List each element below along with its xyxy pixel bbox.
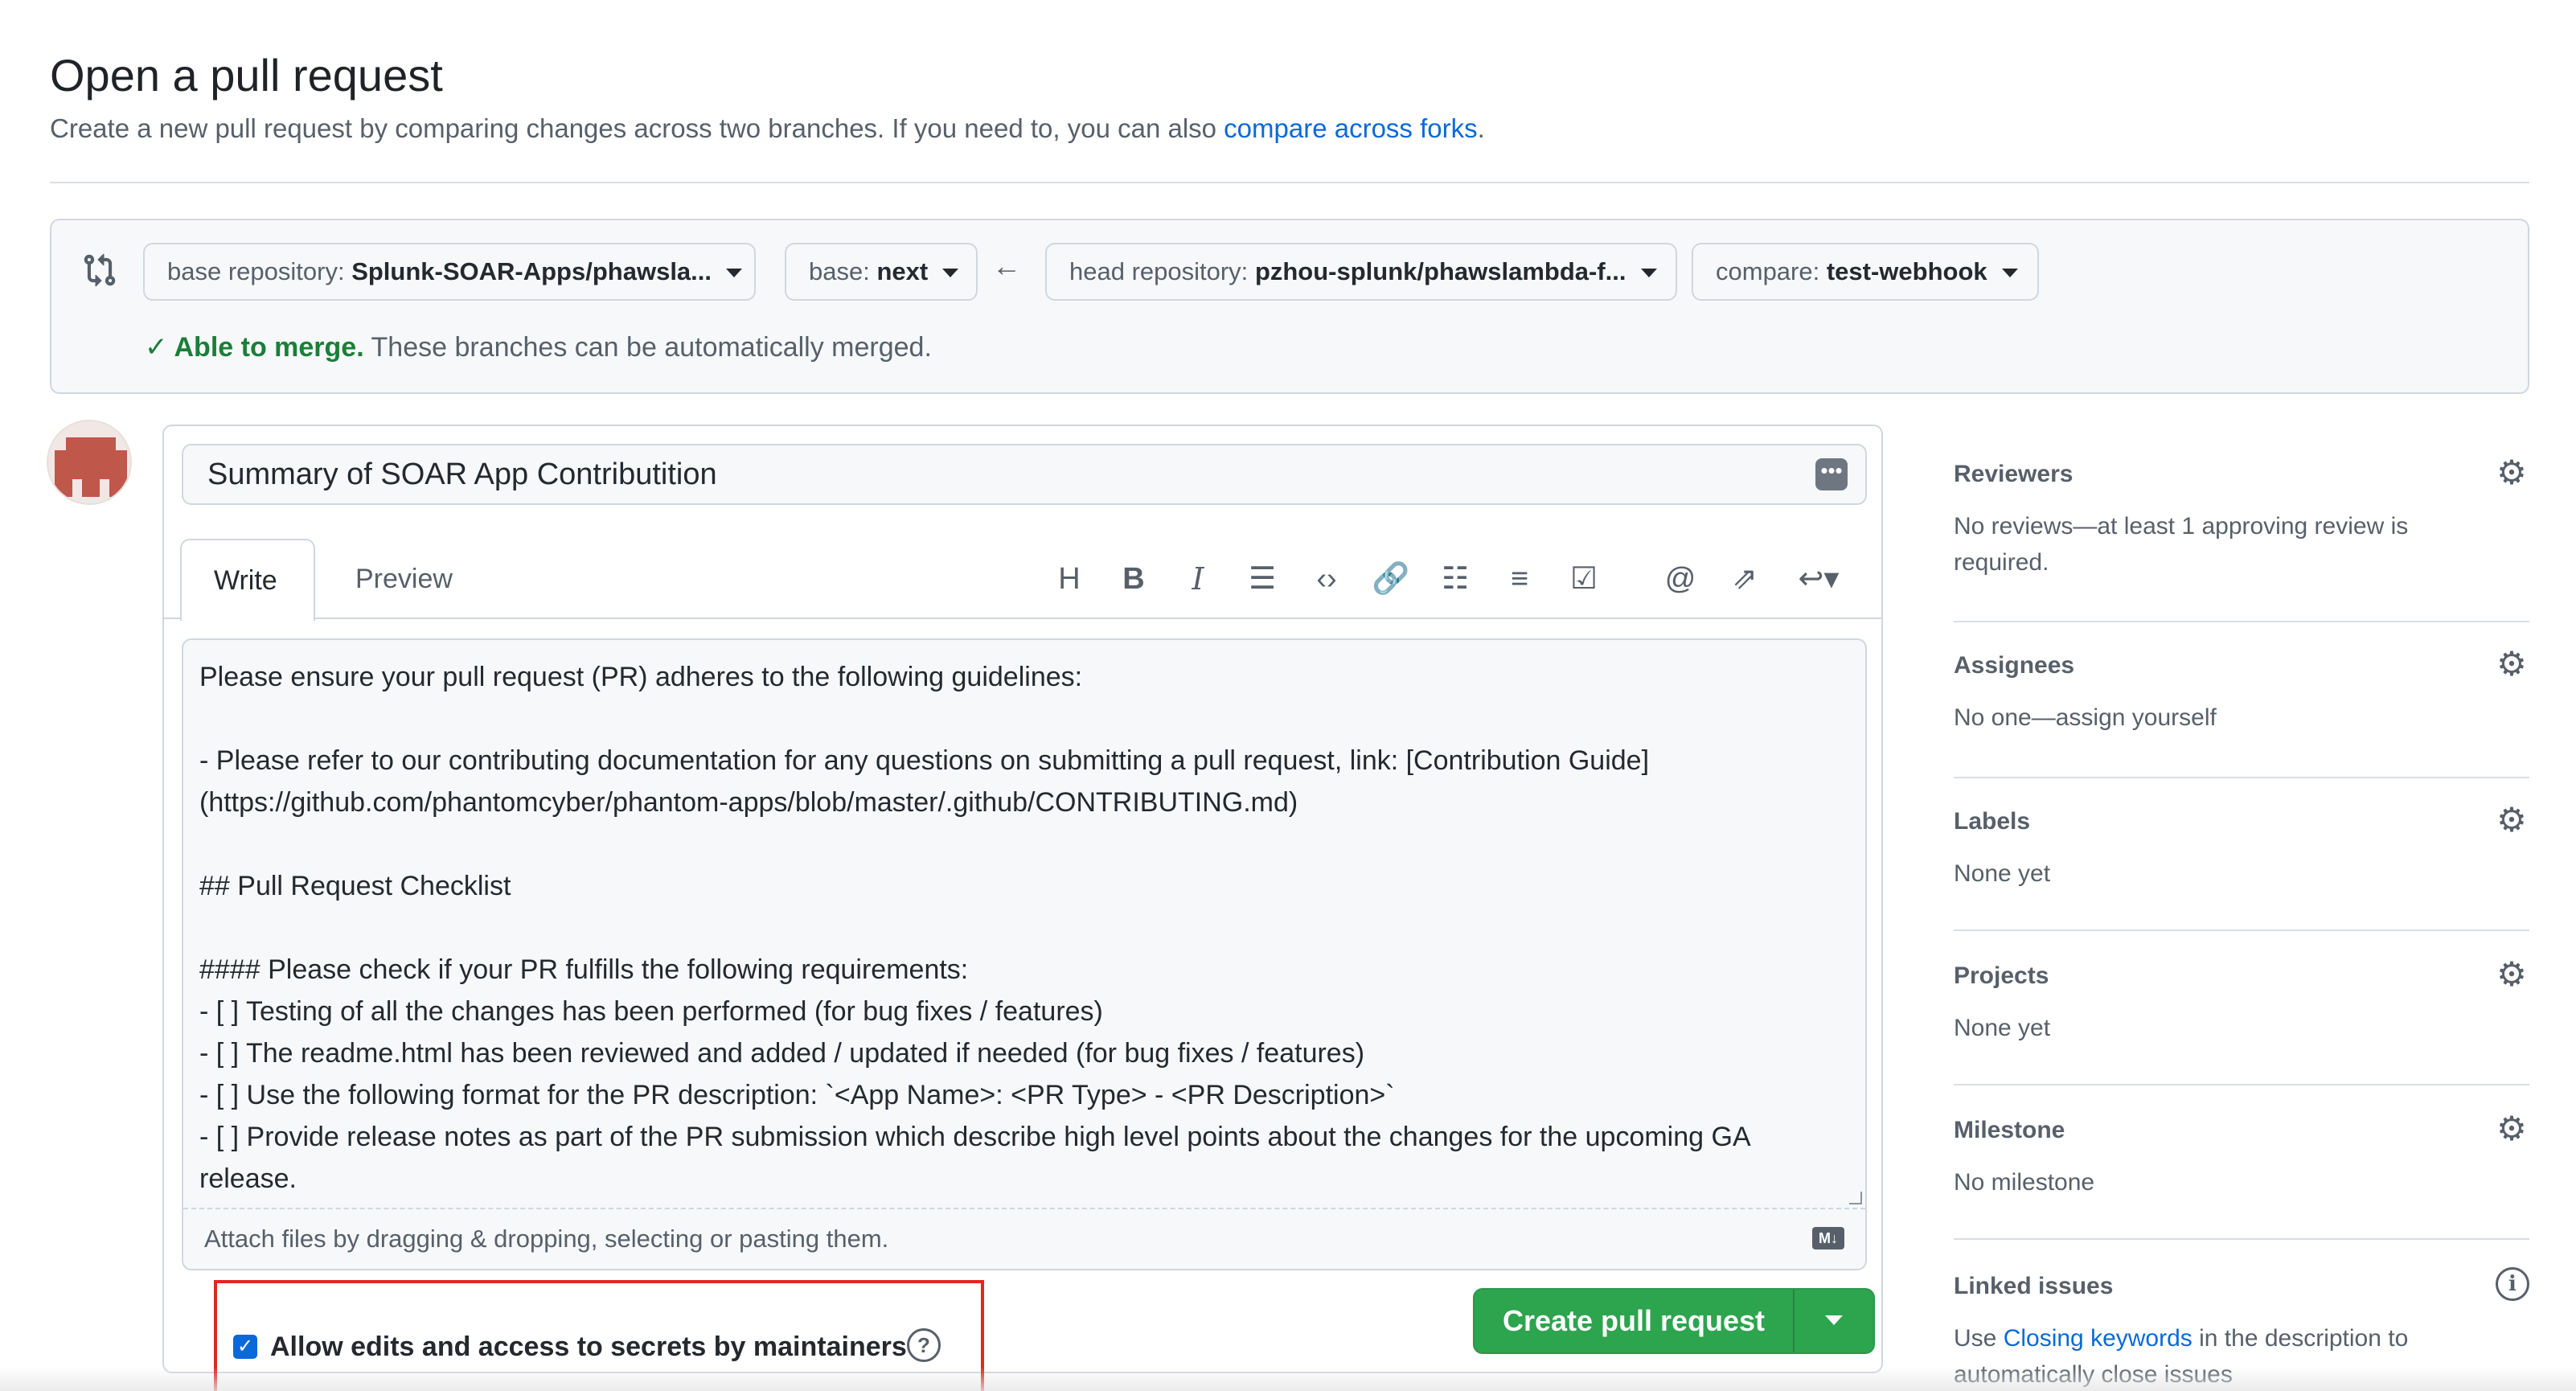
create-pull-request-label[interactable]: Create pull request (1475, 1290, 1793, 1352)
mention-icon[interactable]: @ (1658, 547, 1703, 611)
check-icon: ✓ (145, 332, 168, 363)
sidebar-projects: Projects ⚙ None yet (1954, 957, 2529, 1085)
page-header: Open a pull request Create a new pull re… (50, 47, 2529, 183)
projects-title[interactable]: Projects (1954, 960, 2049, 992)
base-repo-label: base repository: (167, 257, 345, 285)
identicon-icon (48, 421, 130, 503)
head-repository-dropdown[interactable]: head repository: pzhou-splunk/phawslambd… (1045, 243, 1677, 301)
allow-edits-label[interactable]: Allow edits and access to secrets by mai… (270, 1328, 907, 1365)
closing-keywords-link[interactable]: Closing keywords (2004, 1325, 2192, 1352)
heading-icon[interactable]: H (1047, 547, 1092, 611)
compare-across-forks-link[interactable]: compare across forks (1224, 113, 1477, 143)
milestone-title[interactable]: Milestone (1954, 1114, 2065, 1147)
description-editor[interactable]: Please ensure your pull request (PR) adh… (182, 638, 1867, 1270)
subtitle-end: . (1477, 113, 1485, 143)
gear-icon[interactable]: ⚙ (2494, 455, 2529, 490)
bold-icon[interactable]: B (1111, 547, 1156, 611)
page-title: Open a pull request (50, 50, 443, 101)
arrow-left-icon: ← (992, 249, 1021, 282)
italic-icon[interactable]: I (1175, 547, 1220, 611)
button-divider (1793, 1290, 1795, 1352)
quote-icon[interactable]: ☰ (1240, 547, 1285, 611)
assignees-title[interactable]: Assignees (1954, 650, 2074, 682)
base-branch-value: next (876, 257, 929, 285)
head-repo-value: pzhou-splunk/phawslambda-f... (1254, 257, 1626, 285)
tab-write[interactable]: Write (180, 539, 315, 621)
task-list-icon[interactable]: ☑ (1561, 547, 1606, 611)
page-subtitle: Create a new pull request by comparing c… (50, 111, 2529, 146)
attach-hint: Attach files by dragging & dropping, sel… (204, 1225, 889, 1253)
create-pull-request-button[interactable]: Create pull request (1473, 1288, 1875, 1354)
git-compare-icon (84, 253, 116, 287)
chevron-down-icon (2001, 269, 2018, 278)
base-branch-label: base: (809, 257, 870, 285)
cross-reference-icon[interactable]: ⇗ (1722, 547, 1767, 611)
base-repository-dropdown[interactable]: base repository: Splunk-SOAR-Apps/phawsl… (143, 243, 756, 301)
title-input[interactable]: Summary of SOAR App Contributition ••• (182, 444, 1867, 505)
linked-issues-title: Linked issues (1954, 1273, 2114, 1299)
chevron-down-icon[interactable] (1825, 1315, 1843, 1325)
more-options-icon[interactable]: ••• (1815, 458, 1848, 490)
merge-status: ✓ Able to merge. These branches can be au… (145, 330, 932, 365)
gear-icon[interactable]: ⚙ (2494, 957, 2529, 992)
chevron-down-icon (942, 269, 959, 278)
attach-files-area[interactable]: Attach files by dragging & dropping, sel… (183, 1208, 1865, 1269)
numbered-list-icon[interactable]: ≡ (1497, 547, 1542, 611)
bulleted-list-icon[interactable]: ☷ (1433, 547, 1478, 611)
bottom-shadow (0, 1367, 2576, 1391)
resize-handle[interactable] (1849, 1192, 1862, 1204)
tab-preview[interactable]: Preview (323, 539, 485, 619)
gear-icon[interactable]: ⚙ (2494, 646, 2529, 682)
description-textarea[interactable]: Please ensure your pull request (PR) adh… (199, 656, 1848, 1211)
merge-message: These branches can be automatically merg… (371, 332, 932, 363)
assignees-text[interactable]: No one—assign yourself (1954, 700, 2468, 736)
sidebar-reviewers: Reviewers ⚙ No reviews—at least 1 approv… (1954, 455, 2529, 622)
help-icon[interactable]: ? (907, 1328, 941, 1362)
linked-issues-text-pre: Use (1954, 1325, 2004, 1352)
milestone-text: No milestone (1954, 1169, 2095, 1196)
projects-text: None yet (1954, 1015, 2051, 1041)
reviewers-text: No reviews—at least 1 approving review i… (1954, 513, 2409, 576)
reviewers-title[interactable]: Reviewers (1954, 458, 2073, 490)
chevron-down-icon (726, 269, 743, 278)
sidebar-linked-issues: Linked issues i Use Closing keywords in … (1954, 1267, 2529, 1388)
sidebar-labels: Labels ⚙ None yet (1954, 802, 2529, 931)
pull-request-form: Summary of SOAR App Contributition ••• W… (162, 425, 1883, 1391)
avatar[interactable] (47, 420, 132, 505)
labels-title[interactable]: Labels (1954, 806, 2030, 838)
title-value: Summary of SOAR App Contributition (207, 458, 717, 491)
labels-text: None yet (1954, 860, 2051, 887)
chevron-down-icon (1640, 269, 1657, 278)
compare-branch-value: test-webhook (1826, 257, 1987, 285)
merge-ok-text: Able to merge. (174, 332, 364, 363)
reply-icon[interactable]: ↩▾ (1786, 547, 1851, 611)
compare-branch-dropdown[interactable]: compare: test-webhook (1692, 243, 2039, 301)
subtitle-text: Create a new pull request by comparing c… (50, 113, 1224, 143)
sidebar-milestone: Milestone ⚙ No milestone (1954, 1111, 2529, 1240)
gear-icon[interactable]: ⚙ (2494, 1111, 2529, 1147)
sidebar-assignees: Assignees ⚙ No one—assign yourself (1954, 646, 2529, 778)
head-repo-label: head repository: (1069, 257, 1249, 285)
link-icon[interactable]: 🔗 (1368, 547, 1413, 611)
base-branch-dropdown[interactable]: base: next (785, 243, 978, 301)
gear-icon[interactable]: ⚙ (2494, 802, 2529, 838)
compare-branch-label: compare: (1716, 257, 1820, 285)
allow-edits-checkbox[interactable]: ✓ (233, 1335, 257, 1359)
markdown-icon[interactable]: M↓ (1812, 1227, 1844, 1249)
compare-box: base repository: Splunk-SOAR-Apps/phawsl… (50, 219, 2529, 394)
info-icon[interactable]: i (2496, 1267, 2529, 1301)
code-icon[interactable]: ‹› (1304, 547, 1349, 611)
base-repo-value: Splunk-SOAR-Apps/phawsla... (351, 257, 712, 285)
